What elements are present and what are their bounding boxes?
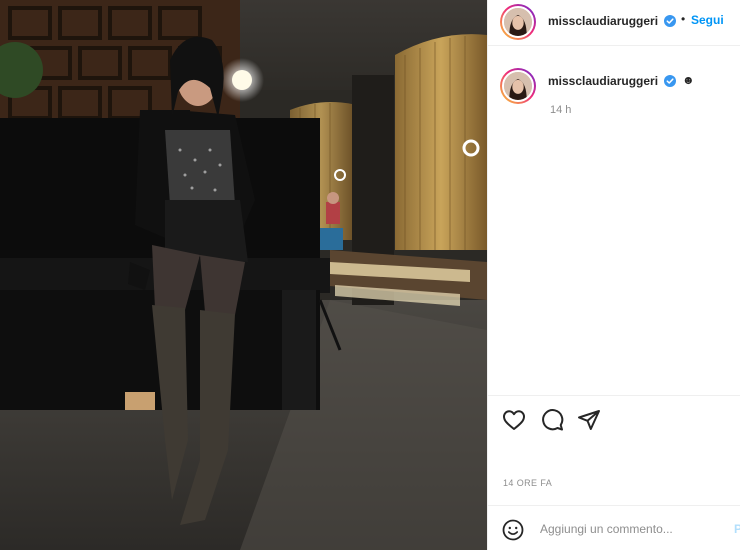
- verified-badge-icon: [664, 74, 676, 87]
- action-bar: [488, 395, 740, 443]
- follow-button[interactable]: Segui: [691, 13, 724, 27]
- username-link[interactable]: missclaudiaruggeri: [548, 14, 658, 28]
- photo-image: [0, 0, 487, 550]
- avatar[interactable]: [500, 68, 536, 104]
- post-timestamp[interactable]: 14 ORE FA: [503, 478, 552, 488]
- separator-dot: •: [681, 12, 686, 26]
- caption-username[interactable]: missclaudiaruggeri: [548, 74, 658, 88]
- caption-age[interactable]: 14 h: [550, 104, 571, 116]
- post-comment-button[interactable]: P: [734, 522, 740, 536]
- avatar-image: [502, 70, 534, 102]
- post-sidebar: missclaudiaruggeri • Segui missclaudiaru…: [487, 0, 740, 550]
- comment-bubble-icon[interactable]: [540, 408, 564, 432]
- avatar-image: [502, 6, 534, 38]
- comment-input[interactable]: [540, 519, 720, 539]
- verified-badge-icon: [664, 14, 676, 27]
- heart-icon[interactable]: [502, 408, 526, 432]
- comment-bar: P: [488, 505, 740, 550]
- post-photo[interactable]: [0, 0, 487, 550]
- avatar[interactable]: [500, 4, 536, 40]
- caption-text: ☻: [682, 73, 695, 87]
- paper-plane-icon[interactable]: [577, 408, 601, 432]
- smiley-icon[interactable]: [502, 519, 524, 541]
- post-header: missclaudiaruggeri • Segui: [488, 0, 740, 46]
